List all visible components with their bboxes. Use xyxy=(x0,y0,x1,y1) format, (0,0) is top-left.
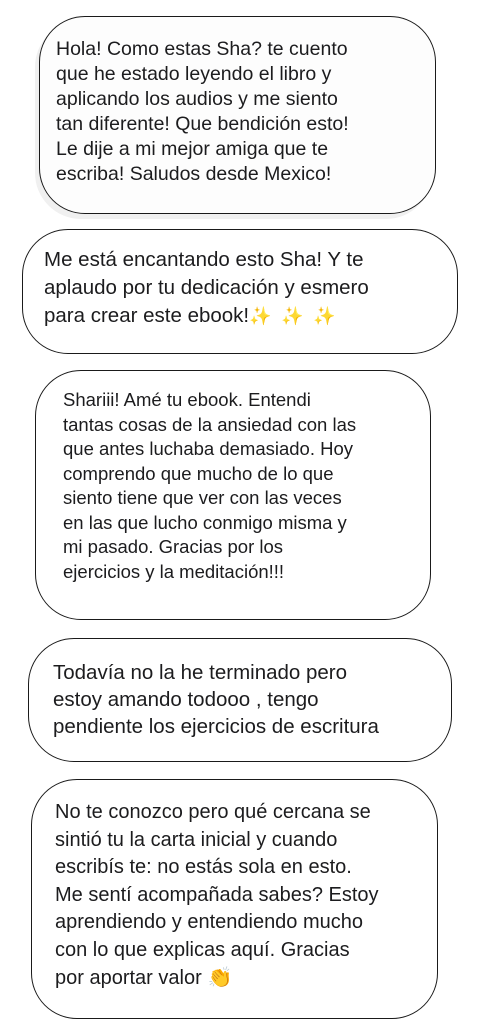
message-bubble-4: Todavía no la he terminado pero estoy am… xyxy=(28,638,452,762)
message-bubble-2: Me está encantando esto Sha! Y te aplaud… xyxy=(22,229,458,354)
message-text: Me está encantando esto Sha! Y te aplaud… xyxy=(44,246,447,331)
message-text: Shariii! Amé tu ebook. Entendi tantas co… xyxy=(63,389,357,582)
message-text-body: No te conozco pero qué cercana se sintió… xyxy=(55,801,379,989)
message-text: Todavía no la he terminado pero estoy am… xyxy=(53,661,379,738)
message-bubble-3: Shariii! Amé tu ebook. Entendi tantas co… xyxy=(35,370,431,620)
message-bubble-5: No te conozco pero qué cercana se sintió… xyxy=(31,779,438,1019)
sparkles-icon: ✨ ✨ ✨ xyxy=(249,306,338,327)
message-text: Hola! Como estas Sha? te cuento que he e… xyxy=(56,38,349,185)
clapping-hands-icon: 👏 xyxy=(207,965,233,989)
message-text: No te conozco pero qué cercana se sintió… xyxy=(55,799,429,993)
message-bubble-1: Hola! Como estas Sha? te cuento que he e… xyxy=(39,16,436,214)
